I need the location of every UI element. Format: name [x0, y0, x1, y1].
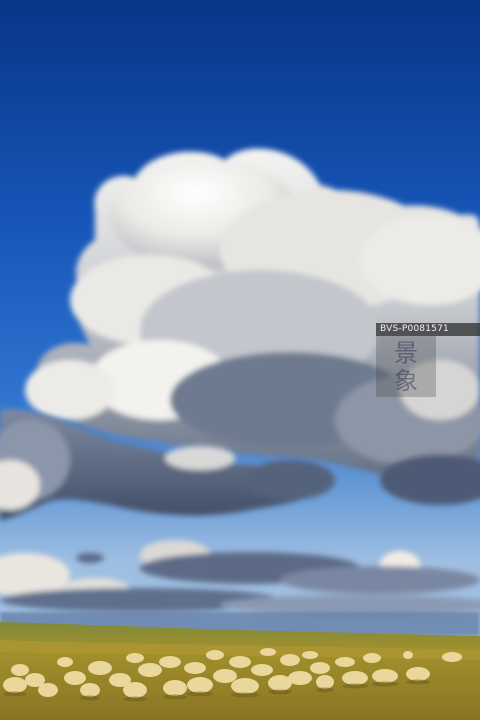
photo-scene: BVS-P0081571 景象 [0, 0, 480, 720]
watermark: BVS-P0081571 景象 [376, 323, 480, 397]
watermark-code: BVS-P0081571 [376, 323, 480, 336]
watermark-logo-text: 景象 [394, 339, 418, 395]
watermark-logo: 景象 [376, 336, 436, 397]
